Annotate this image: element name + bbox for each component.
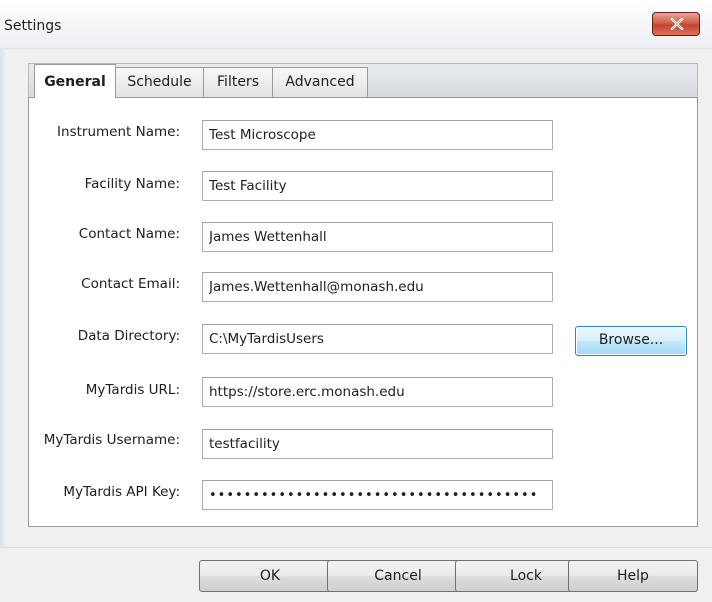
settings-dialog: Settings General Schedule Filters Advanc… xyxy=(0,0,712,602)
mytardis-username-field[interactable] xyxy=(202,429,553,459)
contact-name-field[interactable] xyxy=(202,222,553,252)
general-tab-panel xyxy=(28,97,698,527)
title-bar[interactable]: Settings xyxy=(0,0,712,49)
contact-name-label: Contact Name: xyxy=(78,226,180,242)
mytardis-url-label: MyTardis URL: xyxy=(85,382,180,398)
data-directory-field[interactable] xyxy=(202,324,553,354)
mytardis-api-key-field[interactable] xyxy=(202,480,553,510)
window-frame-edge xyxy=(0,48,6,548)
contact-email-label: Contact Email: xyxy=(81,276,180,292)
data-directory-label: Data Directory: xyxy=(77,328,180,344)
footer-separator xyxy=(0,547,712,548)
tab-advanced[interactable]: Advanced xyxy=(272,67,368,97)
ok-button[interactable]: OK xyxy=(199,560,341,592)
close-button[interactable] xyxy=(652,12,700,36)
tab-general[interactable]: General xyxy=(34,64,116,98)
mytardis-api-key-label: MyTardis API Key: xyxy=(63,484,180,500)
mytardis-username-label: MyTardis Username: xyxy=(43,432,180,448)
cancel-button[interactable]: Cancel xyxy=(327,560,469,592)
browse-button[interactable]: Browse... xyxy=(575,326,687,356)
instrument-name-field[interactable] xyxy=(202,120,553,150)
close-icon xyxy=(670,18,684,30)
contact-email-field[interactable] xyxy=(202,272,553,302)
mytardis-url-field[interactable] xyxy=(202,377,553,407)
instrument-name-label: Instrument Name: xyxy=(57,124,180,140)
facility-name-field[interactable] xyxy=(202,171,553,201)
tab-schedule[interactable]: Schedule xyxy=(115,67,204,97)
facility-name-label: Facility Name: xyxy=(84,176,180,192)
help-button[interactable]: Help xyxy=(568,560,698,592)
tab-filters[interactable]: Filters xyxy=(203,67,273,97)
window-title: Settings xyxy=(4,18,62,34)
